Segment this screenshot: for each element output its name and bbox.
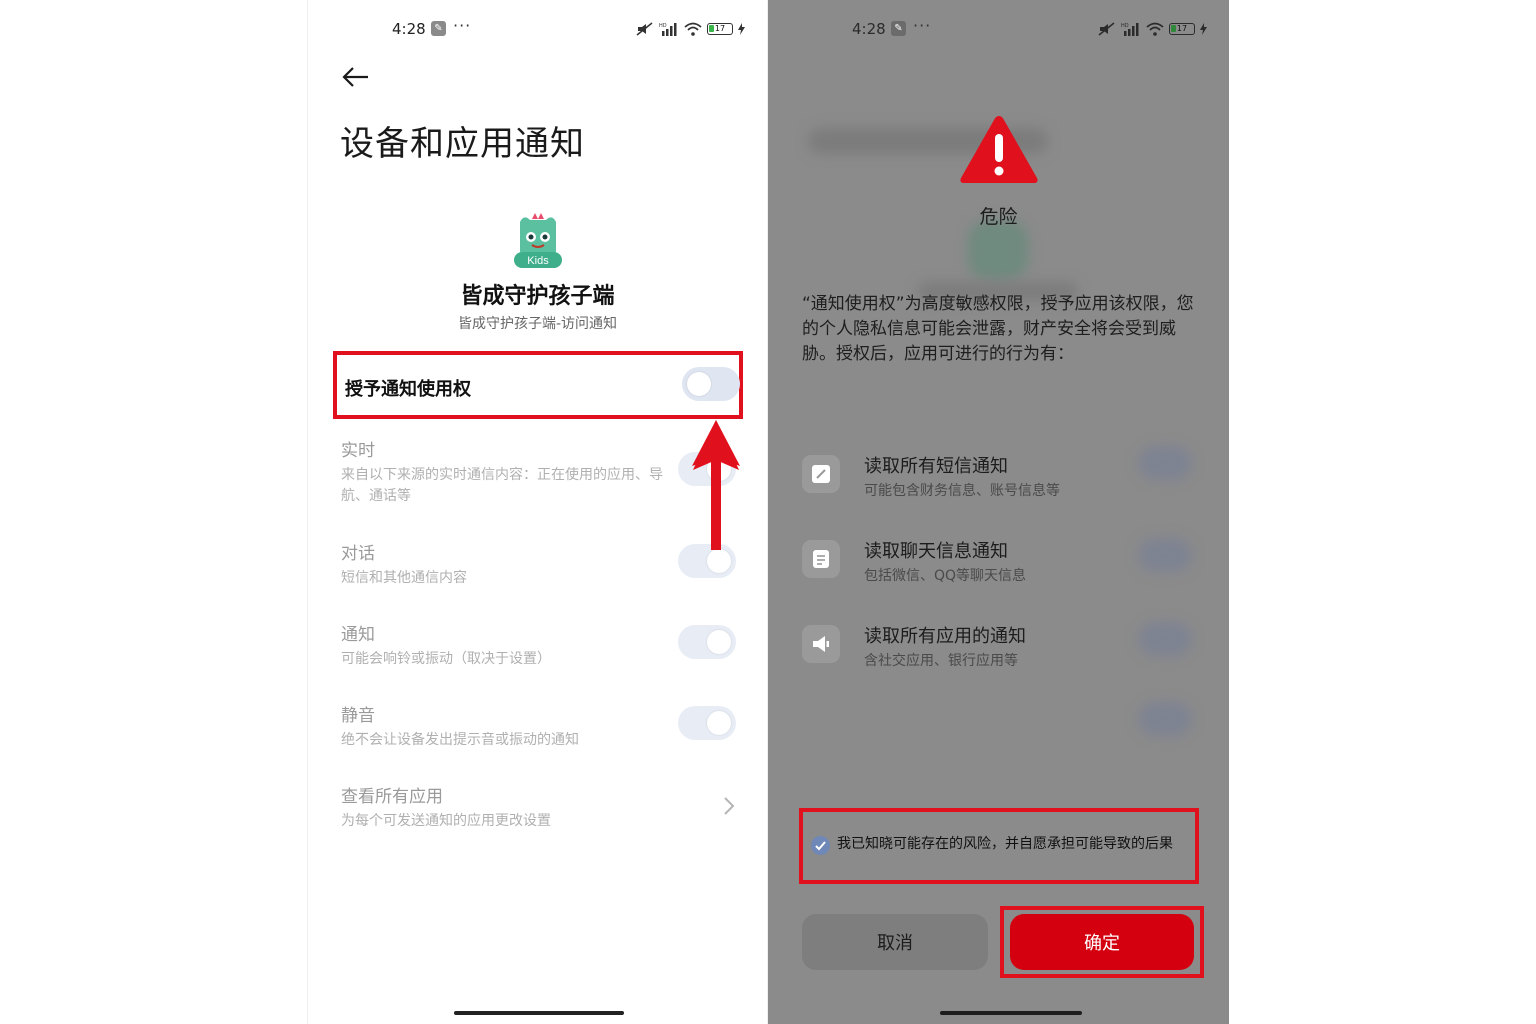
wifi-icon: [684, 22, 702, 36]
view-all-apps-row[interactable]: 查看所有应用 为每个可发送通知的应用更改设置: [341, 782, 741, 832]
permission-item-all-apps: 读取所有应用的通知 含社交应用、银行应用等: [802, 622, 1202, 672]
annotation-arrow-icon: [692, 420, 740, 550]
risk-acknowledgement[interactable]: 我已知晓可能存在的风险，并自愿承担可能导致的后果: [799, 808, 1199, 884]
toggle-knob: [707, 630, 731, 654]
grant-notification-access-row[interactable]: 授予通知使用权: [333, 351, 743, 419]
battery-level: 17: [1176, 24, 1188, 33]
charging-icon: [1200, 23, 1207, 35]
warning-triangle-icon: [960, 116, 1038, 183]
status-time: 4:28: [392, 20, 426, 38]
permission-title: 读取聊天信息通知: [864, 541, 1008, 562]
confirm-highlight: 确定: [1000, 906, 1204, 978]
wrench-icon: ✎: [891, 21, 906, 36]
wrench-icon: ✎: [431, 21, 446, 36]
danger-dialog-screen: 4:28 ✎ ··· HD 17 危险 “通知使用权”为高度敏感权限，授予应用该…: [768, 0, 1229, 1024]
blurred-background: [1138, 702, 1192, 736]
toggle-knob: [687, 372, 711, 396]
toggle-knob: [707, 549, 731, 573]
permission-item-sms: 读取所有短信通知 可能包含财务信息、账号信息等: [802, 452, 1202, 502]
acknowledge-checkbox[interactable]: [811, 836, 830, 855]
notification-toggle[interactable]: [678, 625, 736, 659]
app-logo-badge: Kids: [527, 255, 549, 267]
home-indicator: [454, 1011, 624, 1015]
charging-icon: [738, 23, 745, 35]
permission-item-chat: 读取聊天信息通知 包括微信、QQ等聊天信息: [802, 537, 1202, 587]
app-logo-icon: Kids: [508, 210, 568, 270]
sms-icon: [802, 455, 840, 493]
permission-title: 读取所有短信通知: [864, 456, 1008, 477]
confirm-button[interactable]: 确定: [1010, 914, 1194, 970]
megaphone-icon: [802, 625, 840, 663]
setting-desc: 绝不会让设备发出提示音或振动的通知: [341, 732, 579, 748]
more-notifications-icon: ···: [453, 16, 472, 35]
mute-icon: [636, 22, 653, 36]
danger-title: 危险: [979, 206, 1018, 228]
svg-text:HD: HD: [1121, 23, 1129, 29]
app-name: 皆成守护孩子端: [460, 284, 615, 309]
permission-desc: 含社交应用、银行应用等: [864, 653, 1018, 669]
permission-desc: 包括微信、QQ等聊天信息: [864, 568, 1027, 584]
wifi-icon: [1146, 22, 1164, 36]
danger-description: “通知使用权”为高度敏感权限，授予应用该权限，您的个人隐私信息可能会泄露，财产安…: [802, 294, 1194, 364]
view-all-apps-title: 查看所有应用: [341, 787, 443, 807]
page-title: 设备和应用通知: [340, 124, 585, 164]
settings-screen: 4:28 ✎ ··· HD 17 设备和应用通知 Kids 皆成守护孩子端 皆成…: [307, 0, 768, 1024]
setting-desc: 来自以下来源的实时通信内容：正在使用的应用、导航、通话等: [341, 467, 663, 504]
cancel-button[interactable]: 取消: [802, 914, 988, 970]
battery-icon: 17: [1169, 23, 1195, 35]
mute-icon: [1098, 22, 1115, 36]
view-all-apps-desc: 为每个可发送通知的应用更改设置: [341, 813, 551, 829]
permission-desc: 可能包含财务信息、账号信息等: [864, 483, 1060, 499]
status-time: 4:28: [852, 20, 886, 38]
blurred-background: [968, 220, 1028, 280]
more-notifications-icon: ···: [913, 16, 932, 35]
setting-desc: 短信和其他通信内容: [341, 570, 467, 586]
battery-icon: 17: [707, 23, 733, 35]
signal-icon: HD: [659, 23, 677, 36]
setting-desc: 可能会响铃或振动（取决于设置）: [341, 651, 551, 667]
checkmark-icon: [815, 841, 826, 851]
toggle-knob: [707, 711, 731, 735]
grant-notification-access-label: 授予通知使用权: [345, 379, 471, 400]
app-subtitle: 皆成守护孩子端-访问通知: [457, 316, 618, 332]
home-indicator: [940, 1011, 1082, 1015]
svg-text:HD: HD: [659, 23, 667, 29]
grant-notification-access-toggle[interactable]: [682, 367, 740, 401]
signal-icon: HD: [1121, 23, 1139, 36]
status-bar: 4:28 ✎ ··· HD 17: [308, 16, 767, 44]
chevron-right-icon: [724, 797, 735, 815]
chat-icon: [802, 540, 840, 578]
battery-level: 17: [714, 24, 726, 33]
permission-title: 读取所有应用的通知: [864, 626, 1026, 647]
back-arrow-icon[interactable]: [340, 62, 372, 92]
acknowledge-text: 我已知晓可能存在的风险，并自愿承担可能导致的后果: [837, 836, 1173, 852]
silent-toggle[interactable]: [678, 706, 736, 740]
status-bar: 4:28 ✎ ··· HD 17: [768, 16, 1229, 44]
